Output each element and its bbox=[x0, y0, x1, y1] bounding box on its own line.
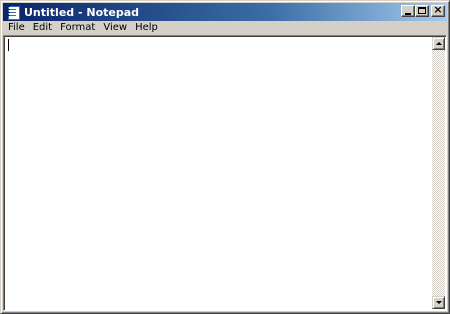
text-caret bbox=[8, 39, 9, 51]
minimize-icon bbox=[405, 13, 411, 15]
minimize-button[interactable] bbox=[401, 5, 415, 17]
menu-help[interactable]: Help bbox=[131, 21, 162, 35]
scroll-down-button[interactable] bbox=[432, 296, 445, 309]
notepad-app-icon[interactable] bbox=[6, 5, 20, 20]
maximize-icon bbox=[418, 7, 426, 14]
menu-bar: File Edit Format View Help bbox=[3, 21, 447, 35]
text-editor-frame bbox=[3, 35, 447, 311]
notepad-window: Untitled - Notepad × File Edit Format Vi… bbox=[0, 0, 450, 314]
close-icon: × bbox=[433, 3, 443, 16]
close-button[interactable]: × bbox=[431, 3, 445, 17]
vertical-scrollbar[interactable] bbox=[432, 37, 445, 309]
menu-format[interactable]: Format bbox=[56, 21, 99, 35]
scroll-up-button[interactable] bbox=[432, 37, 445, 50]
scroll-up-arrow-icon bbox=[436, 42, 442, 45]
text-editor[interactable] bbox=[6, 38, 431, 308]
menu-edit[interactable]: Edit bbox=[29, 21, 56, 35]
window-controls: × bbox=[401, 3, 445, 17]
maximize-button[interactable] bbox=[415, 5, 429, 17]
menu-view[interactable]: View bbox=[99, 21, 131, 35]
menu-file[interactable]: File bbox=[3, 21, 29, 35]
scroll-down-arrow-icon bbox=[436, 301, 442, 304]
window-title: Untitled - Notepad bbox=[24, 5, 140, 19]
title-bar[interactable]: Untitled - Notepad × bbox=[3, 3, 447, 21]
